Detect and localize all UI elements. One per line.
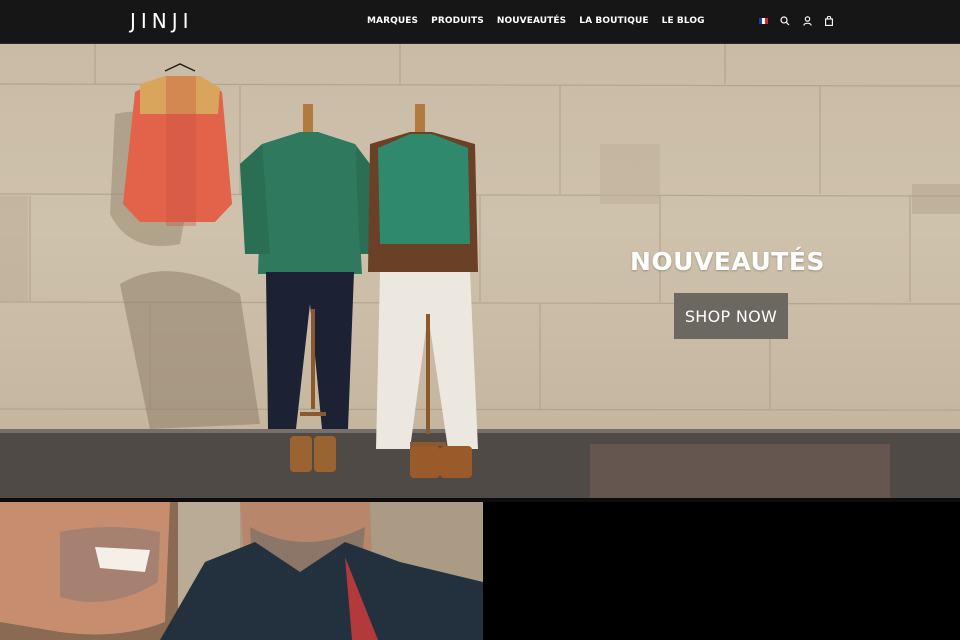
secondary-banner-dark — [483, 502, 960, 640]
site-logo[interactable]: JINJI — [130, 9, 194, 33]
french-flag-icon[interactable] — [758, 13, 768, 29]
search-icon[interactable] — [780, 13, 790, 29]
nav-item-nouveautes[interactable]: NOUVEAUTÉS — [497, 16, 566, 26]
smiling-man-image — [0, 502, 483, 640]
nav-item-le-blog[interactable]: LE BLOG — [662, 16, 705, 26]
nav-item-la-boutique[interactable]: LA BOUTIQUE — [579, 16, 648, 26]
hero-title: NOUVEAUTÉS — [630, 247, 825, 276]
site-header: JINJI MARQUES PRODUITS NOUVEAUTÉS LA BOU… — [0, 0, 960, 44]
shopping-bag-icon[interactable] — [824, 13, 834, 29]
nav-item-produits[interactable]: PRODUITS — [431, 16, 484, 26]
shop-now-button[interactable]: SHOP NOW — [674, 293, 788, 339]
secondary-banner-image[interactable] — [0, 502, 483, 640]
user-icon[interactable] — [802, 13, 812, 29]
header-icons — [758, 13, 834, 29]
main-nav: MARQUES PRODUITS NOUVEAUTÉS LA BOUTIQUE … — [367, 16, 705, 26]
nav-item-marques[interactable]: MARQUES — [367, 16, 418, 26]
hero-banner[interactable]: NOUVEAUTÉS SHOP NOW — [0, 44, 960, 498]
